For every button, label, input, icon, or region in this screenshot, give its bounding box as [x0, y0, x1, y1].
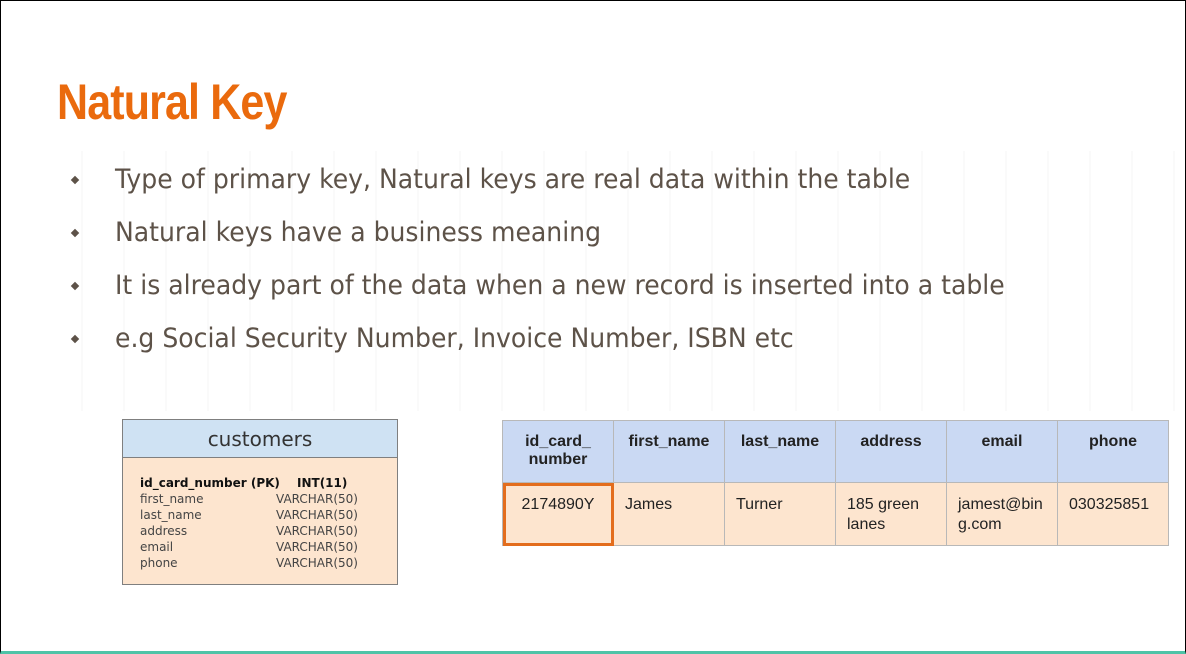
erd-column-list: id_card_number (PK) INT(11) first_name V… [123, 458, 397, 572]
column-header: phone [1057, 420, 1169, 483]
erd-column-row: address VARCHAR(50) [140, 524, 397, 540]
erd-column-row: last_name VARCHAR(50) [140, 508, 397, 524]
erd-column-type: VARCHAR(50) [276, 540, 358, 554]
table-cell: James [613, 482, 725, 546]
erd-column-row: phone VARCHAR(50) [140, 556, 397, 572]
erd-table-name: customers [123, 420, 397, 458]
erd-column-type: VARCHAR(50) [276, 524, 358, 538]
erd-column-row: first_name VARCHAR(50) [140, 492, 397, 508]
slide-title: Natural Key [57, 74, 287, 130]
erd-column-type: VARCHAR(50) [276, 508, 358, 522]
table-cell: jamest@bin g.com [946, 482, 1058, 546]
erd-column-type: VARCHAR(50) [276, 492, 358, 506]
natural-key-cell: 2174890Y [502, 482, 614, 546]
bullet-list: Type of primary key, Natural keys are re… [69, 156, 1072, 368]
table-cell: 030325851 [1057, 482, 1169, 546]
erd-column-name: first_name [140, 492, 204, 506]
erd-column-row: email VARCHAR(50) [140, 540, 397, 556]
bullet-item: e.g Social Security Number, Invoice Numb… [69, 315, 1072, 368]
diamond-bullet-icon [70, 228, 80, 238]
erd-column-name: address [140, 524, 188, 538]
erd-column-type: INT(11) [297, 476, 348, 490]
erd-table-box: customers id_card_number (PK) INT(11) fi… [122, 419, 398, 585]
erd-column-name: email [140, 540, 174, 554]
diamond-bullet-icon [70, 281, 80, 291]
column-header: last_name [724, 420, 836, 483]
bullet-item: Natural keys have a business meaning [69, 209, 1072, 262]
table-header-row: id_card_ number first_name last_name add… [502, 420, 1169, 483]
column-header: id_card_ number [502, 420, 614, 483]
diamond-bullet-icon [70, 334, 80, 344]
erd-column-type: VARCHAR(50) [276, 556, 358, 570]
column-header: email [946, 420, 1058, 483]
bullet-item: It is already part of the data when a ne… [69, 262, 1072, 315]
column-header: address [835, 420, 947, 483]
erd-column-name: id_card_number (PK) [140, 476, 280, 490]
erd-column-name: phone [140, 556, 178, 570]
column-header: first_name [613, 420, 725, 483]
erd-column-name: last_name [140, 508, 202, 522]
diamond-bullet-icon [70, 175, 80, 185]
bullet-item: Type of primary key, Natural keys are re… [69, 156, 1072, 209]
erd-column-row: id_card_number (PK) INT(11) [140, 476, 397, 492]
sample-data-table: id_card_ number first_name last_name add… [502, 420, 1169, 546]
table-cell: 185 green lanes [835, 482, 947, 546]
table-cell: Turner [724, 482, 836, 546]
table-row: 2174890Y James Turner 185 green lanes ja… [502, 482, 1169, 546]
slide: Natural Key Type of primary key, Natural… [0, 0, 1186, 654]
